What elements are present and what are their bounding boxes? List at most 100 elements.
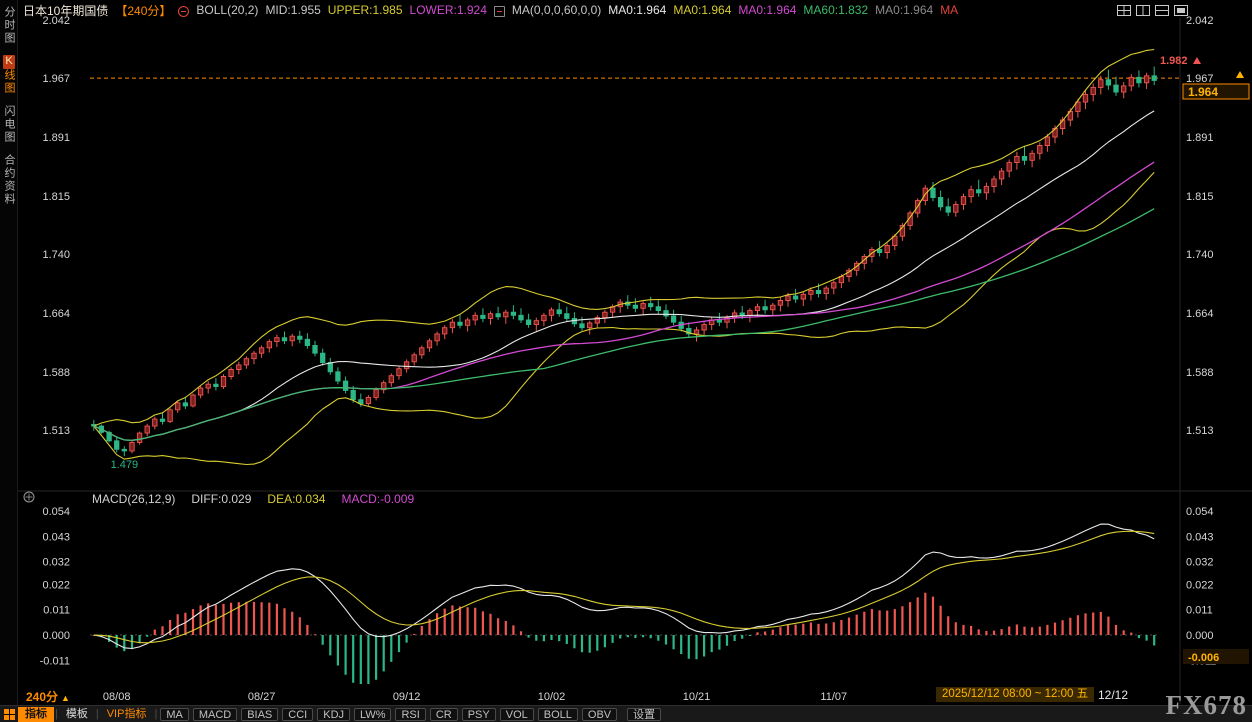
chart-canvas[interactable]: 2.0422.0421.9671.9671.8911.8911.8151.815… <box>0 0 1252 722</box>
indicator-button-boll[interactable]: BOLL <box>538 708 578 721</box>
sidebar-item-time-chart[interactable]: 分时图 <box>2 6 16 45</box>
macd-axis-label-left: 0.032 <box>42 557 70 569</box>
price-axis-label-left: 1.740 <box>42 249 70 261</box>
macd-axis-label-left: 0.011 <box>43 605 70 617</box>
toolbar-divider: | <box>55 708 58 720</box>
price-axis-label-right: 1.891 <box>1186 132 1214 144</box>
ma40-line <box>94 162 1154 440</box>
macd-dea-line <box>94 531 1154 643</box>
boll-lower-line <box>94 172 1154 464</box>
macd-value-tag: -0.006 <box>1188 652 1219 664</box>
price-axis-label-left: 1.513 <box>42 425 70 437</box>
price-axis-label-left: 1.815 <box>42 191 70 203</box>
last-price-tag: 1.964 <box>1188 85 1218 99</box>
active-tab-marker: K <box>3 55 15 69</box>
tab-indicators[interactable]: 指标 <box>18 707 54 722</box>
date-label: 08/27 <box>248 691 276 703</box>
indicator-button-bias[interactable]: BIAS <box>241 708 278 721</box>
split-vertical-icon[interactable] <box>1136 3 1150 14</box>
down-candle-bodies <box>92 76 1157 451</box>
left-sidebar: 分时图 K线图闪电图合约资料 <box>0 0 18 722</box>
price-axis-label-right: 2.042 <box>1186 15 1214 27</box>
tab-vip-indicators[interactable]: VIP指标 <box>100 707 154 722</box>
indicator-button-ma[interactable]: MA <box>160 708 189 721</box>
price-axis-label-left: 1.891 <box>42 132 70 144</box>
ma0-value-1: MA0:1.964 <box>608 3 666 17</box>
macd-axis-label-left: 0.000 <box>42 630 70 642</box>
boll-settings-icon[interactable] <box>178 6 189 17</box>
split-horizontal-icon[interactable] <box>1155 3 1169 14</box>
price-axis-label-right: 1.664 <box>1186 308 1214 320</box>
macd-axis-label-left: -0.011 <box>40 655 70 667</box>
period-low-label: 1.479 <box>111 459 139 471</box>
boll-lower-value: LOWER:1.924 <box>410 3 487 17</box>
toolbar-divider: | <box>96 708 99 720</box>
interval-label: 240分 <box>26 690 58 704</box>
ma0-value-4: MA0:1.964 <box>875 3 933 17</box>
macd-axis-label-left: 0.054 <box>42 506 70 518</box>
ma60-line <box>94 209 1154 441</box>
indicator-button-psy[interactable]: PSY <box>462 708 496 721</box>
macd-axis-label-right: 0.054 <box>1186 506 1214 518</box>
tile-grid-icon[interactable] <box>1117 3 1131 14</box>
maximize-pane-icon[interactable] <box>1174 3 1188 14</box>
indicator-grid-icon[interactable] <box>4 709 15 720</box>
macd-axis-label-right: 0.000 <box>1186 630 1214 642</box>
tab-templates[interactable]: 模板 <box>59 707 95 722</box>
date-label: 11/07 <box>820 691 847 703</box>
current-day-label: 12/12 <box>1098 688 1128 702</box>
price-axis-label-right: 1.740 <box>1186 249 1214 261</box>
macd-diff-value: DIFF:0.029 <box>191 492 251 506</box>
triangle-up-icon: ▲ <box>61 693 70 703</box>
macd-axis-label-right: 0.032 <box>1186 557 1214 569</box>
macd-histogram-negative <box>100 635 1155 684</box>
settings-button[interactable]: 设置 <box>627 708 661 721</box>
price-axis-label-left: 1.588 <box>42 367 70 379</box>
price-axis-label-right: 1.815 <box>1186 191 1214 203</box>
macd-hist-value: MACD:-0.009 <box>341 492 414 506</box>
ma0-value-3: MA0:1.964 <box>738 3 796 17</box>
indicator-button-rsi[interactable]: RSI <box>395 708 425 721</box>
period-high-label: 1.982 <box>1160 55 1188 67</box>
date-label: 10/02 <box>538 691 566 703</box>
sidebar-item-contract-info[interactable]: 合约资料 <box>2 154 16 206</box>
window-layout-icons <box>1117 3 1188 14</box>
date-label: 09/12 <box>393 691 421 703</box>
date-label: 08/08 <box>103 691 131 703</box>
interval-badge: 【240分】 <box>115 2 171 19</box>
ma0-value-2: MA0:1.964 <box>673 3 731 17</box>
ma-params: MA(0,0,0,60,0,0) <box>512 3 601 17</box>
price-axis-label-left: 1.967 <box>42 73 70 85</box>
symbol-name: 日本10年期国债 <box>23 2 108 19</box>
date-label: 10/21 <box>683 691 711 703</box>
macd-params-label: MACD(26,12,9) <box>92 492 175 506</box>
toolbar-divider: | <box>154 708 157 720</box>
interval-selector[interactable]: 240分▲ <box>26 688 70 705</box>
indicator-button-cci[interactable]: CCI <box>282 708 313 721</box>
indicator-button-obv[interactable]: OBV <box>582 708 617 721</box>
sidebar-item-lightning-chart[interactable]: 闪电图 <box>2 105 16 144</box>
latest-arrow-icon[interactable] <box>1236 71 1244 78</box>
indicator-button-vol[interactable]: VOL <box>500 708 534 721</box>
indicator-button-macd[interactable]: MACD <box>193 708 237 721</box>
ma-truncated: MA <box>940 3 958 17</box>
boll-mid-line <box>94 111 1154 440</box>
macd-axis-label-left: 0.022 <box>42 579 70 591</box>
indicator-button-lw[interactable]: LW% <box>354 708 391 721</box>
macd-axis-label-right: 0.011 <box>1186 605 1213 617</box>
macd-axis-label-right: 0.043 <box>1186 531 1214 543</box>
sidebar-item-candle-chart[interactable]: K线图 <box>2 55 16 95</box>
macd-axis-label-right: 0.022 <box>1186 579 1214 591</box>
macd-histogram-positive <box>93 593 1133 636</box>
trading-app-window: 2.0422.0421.9671.9671.8911.8911.8151.815… <box>0 0 1252 722</box>
boll-upper-line <box>94 50 1154 427</box>
price-axis-label-right: 1.588 <box>1186 367 1214 379</box>
ma-config-icon[interactable] <box>494 6 505 17</box>
price-axis-label-left: 1.664 <box>42 308 70 320</box>
indicator-button-kdj[interactable]: KDJ <box>317 708 350 721</box>
macd-axis-label-left: 0.043 <box>42 531 70 543</box>
indicator-button-cr[interactable]: CR <box>430 708 458 721</box>
price-axis-label-right: 1.513 <box>1186 425 1214 437</box>
up-candle-bodies <box>130 76 1149 451</box>
ma60-value: MA60:1.832 <box>803 3 868 17</box>
